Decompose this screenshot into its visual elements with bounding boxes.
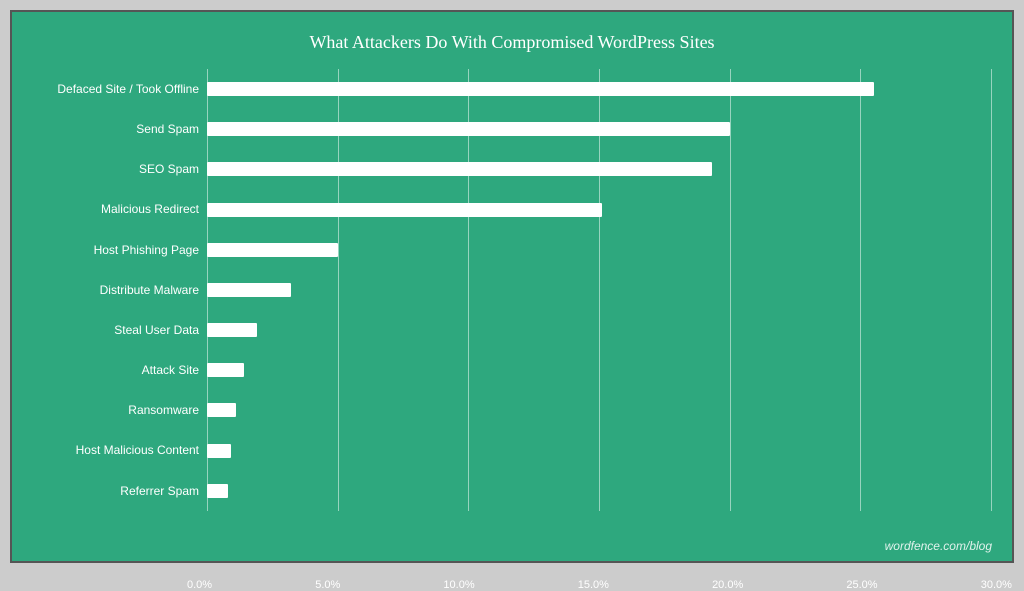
x-axis-label: 15.0% (578, 579, 609, 591)
bar-row (207, 120, 992, 138)
bar (207, 122, 730, 136)
x-axis-label: 25.0% (846, 579, 877, 591)
x-axis-label: 30.0% (981, 579, 1012, 591)
bar-row (207, 281, 992, 299)
bar (207, 243, 338, 257)
x-axis: 0.0% 5.0% 10.0% 15.0% 20.0% 25.0% 30.0% (187, 579, 1012, 591)
bar (207, 363, 244, 377)
chart-container: What Attackers Do With Compromised WordP… (10, 10, 1014, 563)
chart-title: What Attackers Do With Compromised WordP… (32, 32, 992, 53)
bar (207, 82, 874, 96)
bar-row (207, 321, 992, 339)
bar-row (207, 201, 992, 219)
bar-row (207, 160, 992, 178)
bar (207, 283, 291, 297)
bar (207, 484, 228, 498)
y-label: Defaced Site / Took Offline (32, 82, 199, 96)
bar-row (207, 361, 992, 379)
y-label: Ransomware (32, 403, 199, 417)
y-label: Host Malicious Content (32, 443, 199, 457)
bar-row (207, 482, 992, 500)
x-axis-label: 5.0% (315, 579, 340, 591)
y-label: Malicious Redirect (32, 202, 199, 216)
bars-and-grid (207, 69, 992, 511)
y-label: Steal User Data (32, 323, 199, 337)
y-label: Referrer Spam (32, 484, 199, 498)
y-axis-labels: Defaced Site / Took Offline Send Spam SEO … (32, 69, 207, 511)
bar (207, 444, 231, 458)
y-label: SEO Spam (32, 162, 199, 176)
bar-row (207, 241, 992, 259)
bar-row (207, 442, 992, 460)
bar-row (207, 80, 992, 98)
watermark: wordfence.com/blog (885, 539, 992, 553)
x-axis-label: 0.0% (187, 579, 212, 591)
x-axis-label: 10.0% (443, 579, 474, 591)
bars-wrapper (207, 69, 992, 511)
bar (207, 162, 712, 176)
y-label: Send Spam (32, 122, 199, 136)
x-axis-label: 20.0% (712, 579, 743, 591)
bar-row (207, 401, 992, 419)
bar (207, 403, 236, 417)
bar (207, 203, 602, 217)
y-label: Attack Site (32, 363, 199, 377)
bar (207, 323, 257, 337)
chart-area: Defaced Site / Took Offline Send Spam SEO … (32, 69, 992, 511)
y-label: Host Phishing Page (32, 243, 199, 257)
y-label: Distribute Malware (32, 283, 199, 297)
